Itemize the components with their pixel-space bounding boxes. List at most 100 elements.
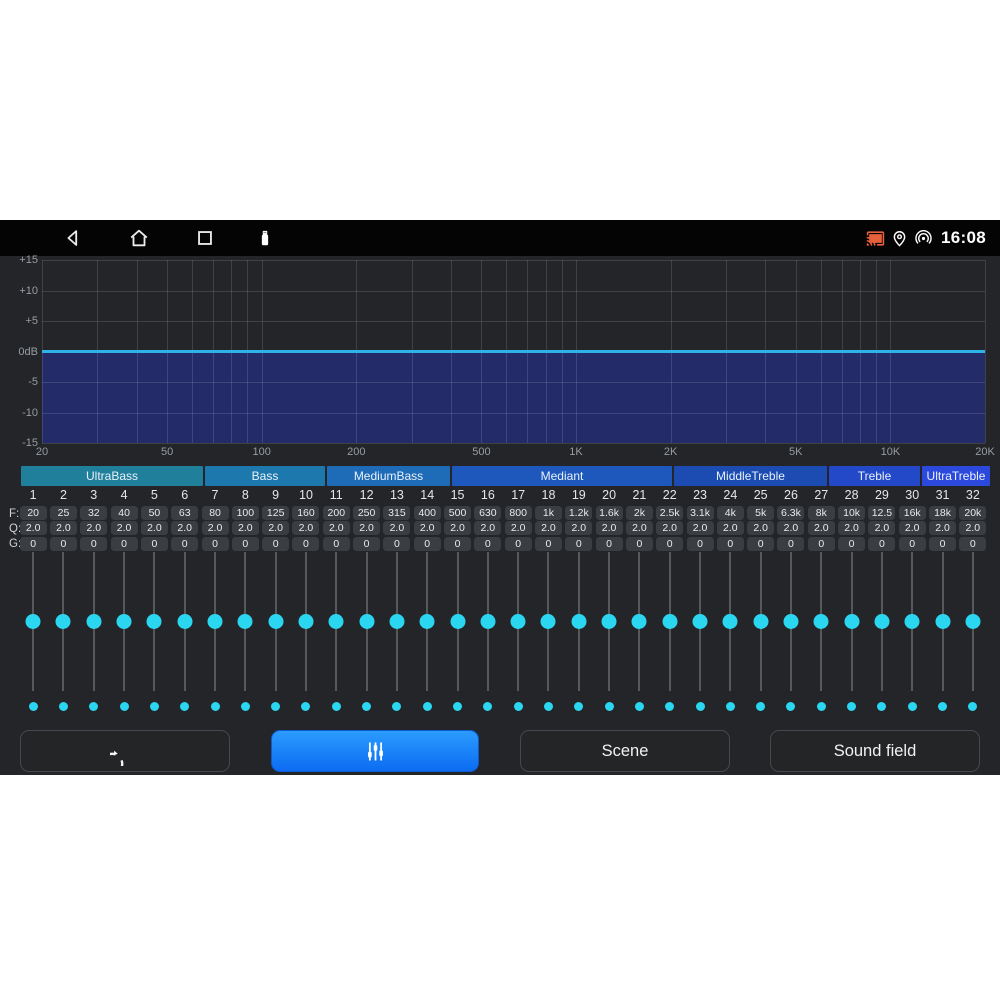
channel-number: 2: [60, 487, 67, 504]
band-segment-mediumbass[interactable]: MediumBass: [327, 466, 450, 486]
gain-slider[interactable]: [503, 552, 533, 691]
gain-slider[interactable]: [170, 552, 200, 691]
slider-knob[interactable]: [783, 614, 798, 629]
q-value: 2.0: [959, 521, 986, 535]
channel-number: 22: [663, 487, 677, 504]
gain-slider[interactable]: [230, 552, 260, 691]
eq-curve-fill: [42, 352, 985, 444]
slider-knob[interactable]: [450, 614, 465, 629]
gain-slider[interactable]: [533, 552, 563, 691]
slider-knob[interactable]: [662, 614, 677, 629]
slider-knob[interactable]: [86, 614, 101, 629]
channel-dot: [150, 702, 159, 711]
gain-slider[interactable]: [685, 552, 715, 691]
channel-dot: [968, 702, 977, 711]
slider-knob[interactable]: [935, 614, 950, 629]
slider-knob[interactable]: [723, 614, 738, 629]
slider-knob[interactable]: [238, 614, 253, 629]
slider-knob[interactable]: [177, 614, 192, 629]
gain-slider[interactable]: [109, 552, 139, 691]
q-value: 2.0: [565, 521, 592, 535]
slider-knob[interactable]: [268, 614, 283, 629]
slider-knob[interactable]: [571, 614, 586, 629]
band-segment-bass[interactable]: Bass: [205, 466, 325, 486]
gain-slider[interactable]: [200, 552, 230, 691]
band-segment-mediant[interactable]: Mediant: [452, 466, 672, 486]
slider-knob[interactable]: [329, 614, 344, 629]
freq-value: 40: [111, 506, 138, 520]
back-icon[interactable]: [62, 227, 84, 249]
band-segment-ultrabass[interactable]: UltraBass: [21, 466, 203, 486]
slider-knob[interactable]: [420, 614, 435, 629]
gain-slider[interactable]: [351, 552, 381, 691]
gain-slider[interactable]: [806, 552, 836, 691]
gain-slider[interactable]: [624, 552, 654, 691]
band-segment-treble[interactable]: Treble: [829, 466, 920, 486]
freq-value: 12.5: [868, 506, 895, 520]
gain-value: 0: [414, 537, 441, 551]
slider-knob[interactable]: [602, 614, 617, 629]
channel-dot: [605, 702, 614, 711]
band-segment-middletreble[interactable]: MiddleTreble: [674, 466, 827, 486]
gain-slider[interactable]: [927, 552, 957, 691]
freq-axis-label: 100: [253, 446, 271, 458]
gain-slider[interactable]: [958, 552, 988, 691]
gain-slider[interactable]: [48, 552, 78, 691]
gain-slider[interactable]: [442, 552, 472, 691]
slider-knob[interactable]: [632, 614, 647, 629]
slider-knob[interactable]: [26, 614, 41, 629]
reset-button[interactable]: [20, 730, 230, 772]
gain-slider[interactable]: [746, 552, 776, 691]
gain-slider[interactable]: [79, 552, 109, 691]
slider-knob[interactable]: [208, 614, 223, 629]
slider-knob[interactable]: [753, 614, 768, 629]
channel-dot: [786, 702, 795, 711]
sound-field-button[interactable]: Sound field: [770, 730, 980, 772]
slider-knob[interactable]: [389, 614, 404, 629]
gain-slider[interactable]: [473, 552, 503, 691]
slider-knob[interactable]: [298, 614, 313, 629]
band-segment-ultratreble[interactable]: UltraTreble: [922, 466, 990, 486]
slider-knob[interactable]: [359, 614, 374, 629]
slider-knob[interactable]: [844, 614, 859, 629]
gain-slider[interactable]: [321, 552, 351, 691]
slider-knob[interactable]: [541, 614, 556, 629]
gain-value: 0: [232, 537, 259, 551]
gain-slider[interactable]: [261, 552, 291, 691]
slider-knob[interactable]: [814, 614, 829, 629]
slider-knob[interactable]: [965, 614, 980, 629]
gain-slider[interactable]: [776, 552, 806, 691]
slider-knob[interactable]: [511, 614, 526, 629]
channel-number: 20: [602, 487, 616, 504]
usb-device-icon[interactable]: [256, 227, 274, 249]
gain-slider[interactable]: [18, 552, 48, 691]
slider-knob[interactable]: [117, 614, 132, 629]
gain-slider[interactable]: [412, 552, 442, 691]
equalizer-button[interactable]: [271, 730, 479, 772]
gain-value: 0: [353, 537, 380, 551]
gain-slider[interactable]: [715, 552, 745, 691]
slider-knob[interactable]: [56, 614, 71, 629]
equalizer-sliders-icon: [362, 738, 389, 765]
gain-slider[interactable]: [564, 552, 594, 691]
gain-slider[interactable]: [139, 552, 169, 691]
slider-knob[interactable]: [147, 614, 162, 629]
scene-button[interactable]: Scene: [520, 730, 730, 772]
gain-slider[interactable]: [867, 552, 897, 691]
gain-slider[interactable]: [836, 552, 866, 691]
slider-knob[interactable]: [480, 614, 495, 629]
gain-slider[interactable]: [594, 552, 624, 691]
channel-column: 233.1k2.00: [685, 487, 715, 711]
slider-knob[interactable]: [874, 614, 889, 629]
slider-knob[interactable]: [693, 614, 708, 629]
slider-knob[interactable]: [905, 614, 920, 629]
gain-slider[interactable]: [382, 552, 412, 691]
gain-slider[interactable]: [655, 552, 685, 691]
recents-icon[interactable]: [194, 227, 216, 249]
channel-dot: [574, 702, 583, 711]
gain-slider[interactable]: [897, 552, 927, 691]
home-icon[interactable]: [128, 227, 150, 249]
reset-icon: [110, 736, 140, 766]
gain-slider[interactable]: [291, 552, 321, 691]
channel-number: 27: [814, 487, 828, 504]
